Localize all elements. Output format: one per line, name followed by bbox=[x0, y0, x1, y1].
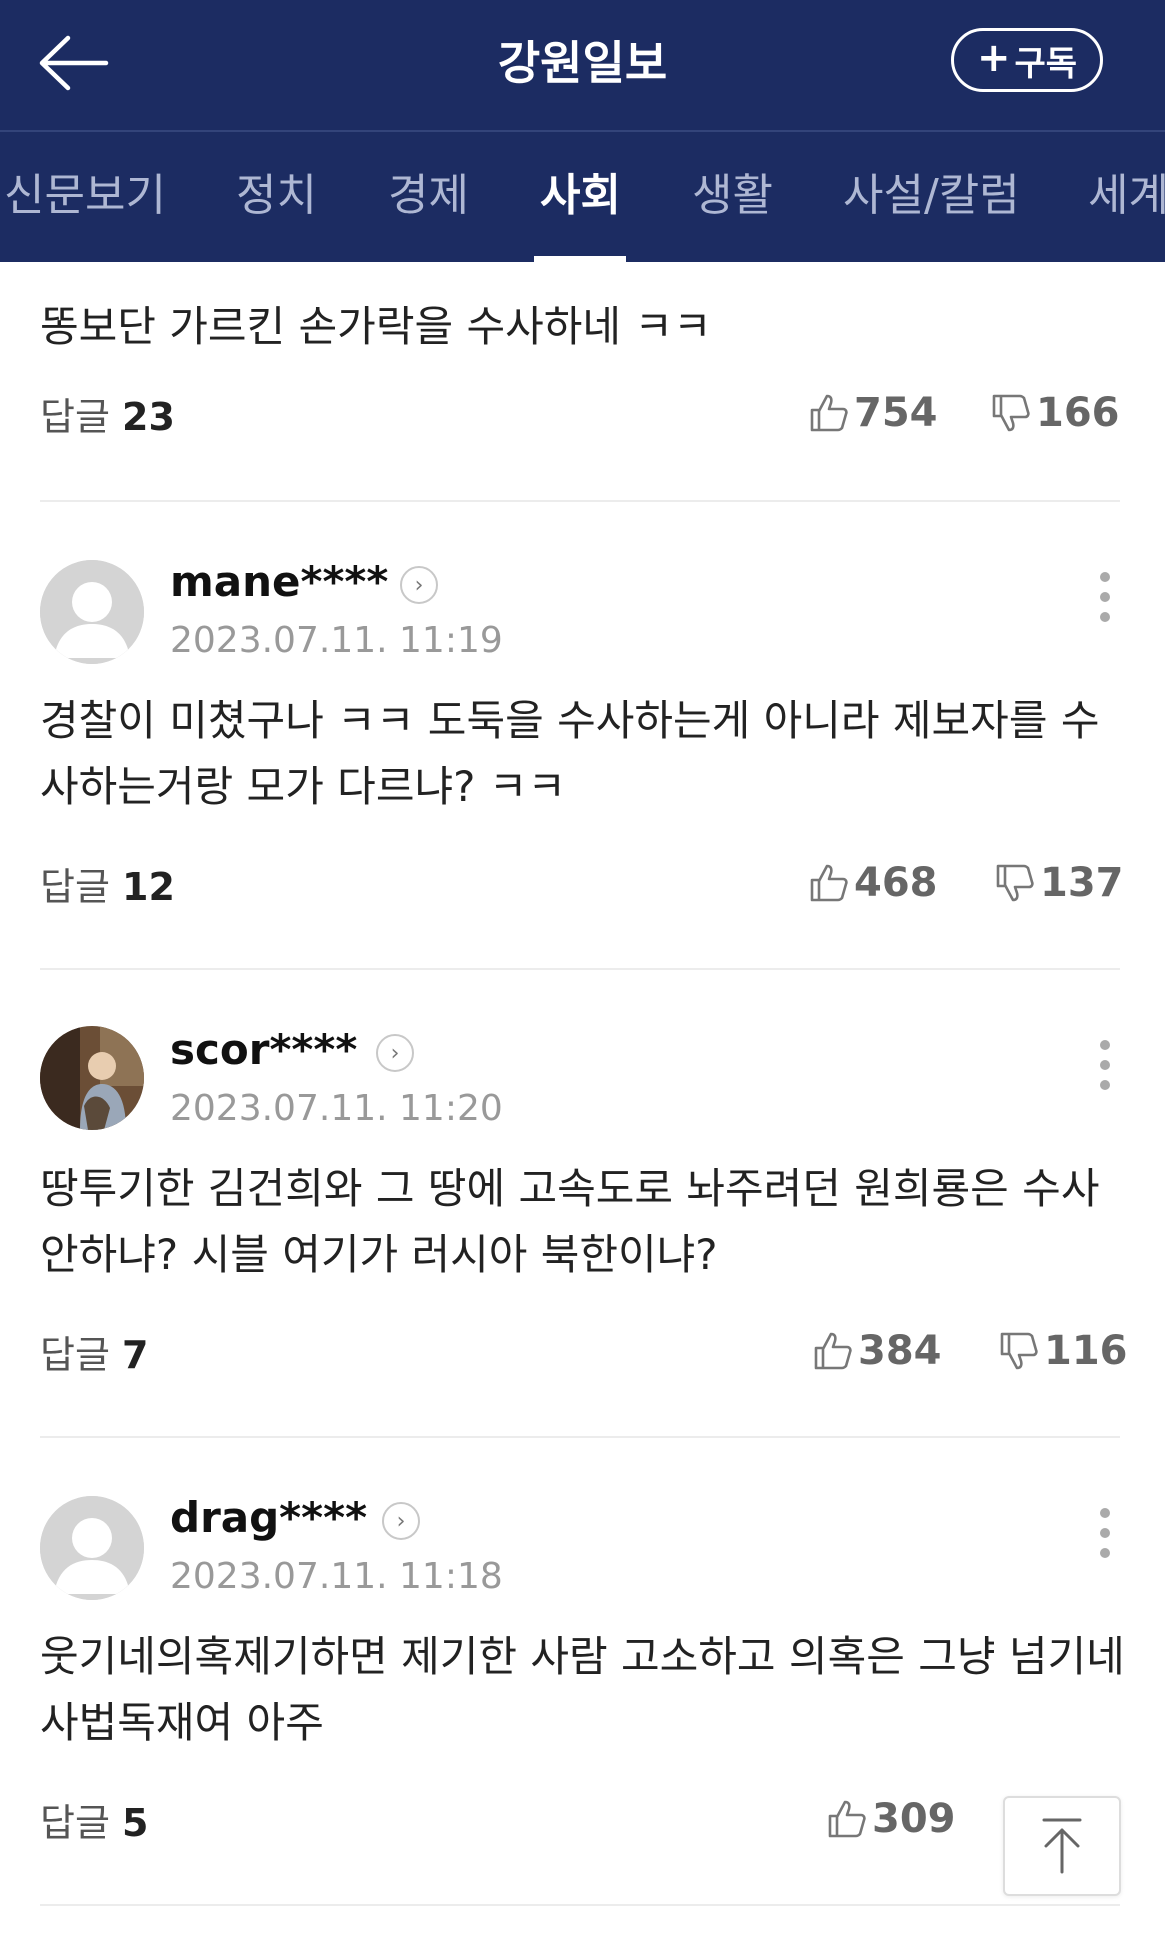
reply-label: 답글 bbox=[40, 865, 110, 909]
profile-link-button[interactable]: › bbox=[376, 1034, 414, 1072]
default-avatar-icon bbox=[40, 1496, 144, 1600]
user-photo-avatar bbox=[40, 1026, 144, 1130]
dislike-button[interactable]: 137 bbox=[994, 856, 1124, 910]
more-vertical-icon bbox=[1090, 572, 1120, 622]
profile-link-button[interactable]: › bbox=[382, 1502, 420, 1540]
like-count: 754 bbox=[854, 390, 938, 436]
avatar[interactable] bbox=[40, 1026, 144, 1130]
reply-label: 답글 bbox=[40, 1333, 110, 1377]
thumbs-up-icon bbox=[828, 1800, 866, 1838]
arrow-up-icon bbox=[1042, 1818, 1082, 1874]
reply-button[interactable]: 답글 5 bbox=[40, 1796, 148, 1850]
reply-count: 12 bbox=[122, 865, 175, 909]
reply-label: 답글 bbox=[40, 1801, 110, 1845]
reply-count: 23 bbox=[122, 395, 175, 439]
plus-icon: + bbox=[976, 35, 1011, 81]
like-button[interactable]: 384 bbox=[812, 1324, 942, 1378]
comment-text: 경찰이 미쳤구나 ㅋㅋ 도둑을 수사하는게 아니라 제보자를 수사하는거랑 모가… bbox=[40, 696, 1100, 811]
more-vertical-icon bbox=[1090, 1508, 1120, 1558]
comment-item: 똥보단 가르킨 손가락을 수사하네 ㅋㅋ 답글 23 754 166 bbox=[0, 262, 1165, 502]
tab-economy[interactable]: 경제 bbox=[388, 166, 469, 226]
dislike-count: 137 bbox=[1040, 860, 1124, 906]
like-button[interactable]: 468 bbox=[808, 856, 938, 910]
thumbs-up-icon bbox=[810, 394, 848, 432]
tab-life[interactable]: 생활 bbox=[692, 166, 773, 226]
reply-label: 답글 bbox=[40, 395, 110, 439]
like-count: 468 bbox=[854, 860, 938, 906]
chevron-right-icon: › bbox=[390, 1040, 400, 1066]
thumbs-down-icon bbox=[996, 864, 1034, 902]
avatar[interactable] bbox=[40, 1496, 144, 1600]
like-button[interactable]: 309 bbox=[826, 1792, 956, 1846]
more-options-button[interactable] bbox=[1090, 1508, 1120, 1568]
comment-item: mane**** › 2023.07.11. 11:19 경찰이 미쳤구나 ㅋㅋ… bbox=[0, 502, 1165, 968]
tab-newspaper[interactable]: 신문보기 bbox=[4, 166, 166, 226]
reply-button[interactable]: 답글 12 bbox=[40, 860, 175, 914]
like-button[interactable]: 754 bbox=[808, 386, 938, 440]
reply-button[interactable]: 답글 7 bbox=[40, 1328, 148, 1382]
dislike-button[interactable]: 116 bbox=[998, 1324, 1128, 1378]
thumbs-up-icon bbox=[814, 1332, 852, 1370]
default-avatar-icon bbox=[40, 560, 144, 664]
timestamp: 2023.07.11. 11:18 bbox=[170, 1556, 503, 1597]
timestamp: 2023.07.11. 11:20 bbox=[170, 1088, 503, 1129]
dislike-count: 166 bbox=[1036, 390, 1120, 436]
comment-text: 웃기네의혹제기하면 제기한 사람 고소하고 의혹은 그냥 넘기네 사법독재여 아… bbox=[40, 1632, 1125, 1747]
more-options-button[interactable] bbox=[1090, 1040, 1120, 1100]
scroll-to-top-button[interactable] bbox=[1003, 1796, 1121, 1896]
tab-world[interactable]: 세계 bbox=[1088, 166, 1165, 226]
dislike-count: 116 bbox=[1044, 1328, 1128, 1374]
like-count: 309 bbox=[872, 1796, 956, 1842]
app-header: 강원일보 + 구독 신문보기 정치 경제 사회 생활 사설/칼럼 세계 bbox=[0, 0, 1165, 262]
like-count: 384 bbox=[858, 1328, 942, 1374]
tab-politics[interactable]: 정치 bbox=[236, 166, 317, 226]
top-bar: 강원일보 + 구독 bbox=[0, 0, 1165, 130]
thumbs-down-icon bbox=[1000, 1332, 1038, 1370]
more-vertical-icon bbox=[1090, 1040, 1120, 1090]
comment-item: scor**** › 2023.07.11. 11:20 땅투기한 김건희와 그… bbox=[0, 970, 1165, 1436]
username[interactable]: mane**** bbox=[170, 554, 388, 610]
reply-button[interactable]: 답글 23 bbox=[40, 390, 175, 444]
thumbs-up-icon bbox=[810, 864, 848, 902]
comment-text: 땅투기한 김건희와 그 땅에 고속도로 놔주려던 원희룡은 수사안하냐? 시블 … bbox=[40, 1164, 1100, 1279]
tab-society[interactable]: 사회 bbox=[540, 166, 621, 226]
username[interactable]: drag**** bbox=[170, 1490, 367, 1546]
chevron-right-icon: › bbox=[414, 572, 424, 598]
more-options-button[interactable] bbox=[1090, 572, 1120, 632]
subscribe-button[interactable]: + 구독 bbox=[951, 28, 1103, 92]
reply-count: 5 bbox=[122, 1801, 149, 1845]
chevron-right-icon: › bbox=[396, 1508, 406, 1534]
thumbs-down-icon bbox=[992, 394, 1030, 432]
profile-link-button[interactable]: › bbox=[400, 566, 438, 604]
timestamp: 2023.07.11. 11:19 bbox=[170, 620, 503, 661]
avatar[interactable] bbox=[40, 560, 144, 664]
comment-divider bbox=[40, 1904, 1120, 1906]
subscribe-label: 구독 bbox=[1014, 43, 1078, 84]
username[interactable]: scor**** bbox=[170, 1022, 357, 1078]
comment-item: drag**** › 2023.07.11. 11:18 웃기네의혹제기하면 제… bbox=[0, 1438, 1165, 1904]
reply-count: 7 bbox=[122, 1333, 149, 1377]
dislike-button[interactable]: 166 bbox=[990, 386, 1120, 440]
comment-text: 똥보단 가르킨 손가락을 수사하네 ㅋㅋ bbox=[40, 302, 712, 351]
category-tabs: 신문보기 정치 경제 사회 생활 사설/칼럼 세계 bbox=[0, 132, 1165, 262]
tab-editorial[interactable]: 사설/칼럼 bbox=[843, 166, 1020, 226]
